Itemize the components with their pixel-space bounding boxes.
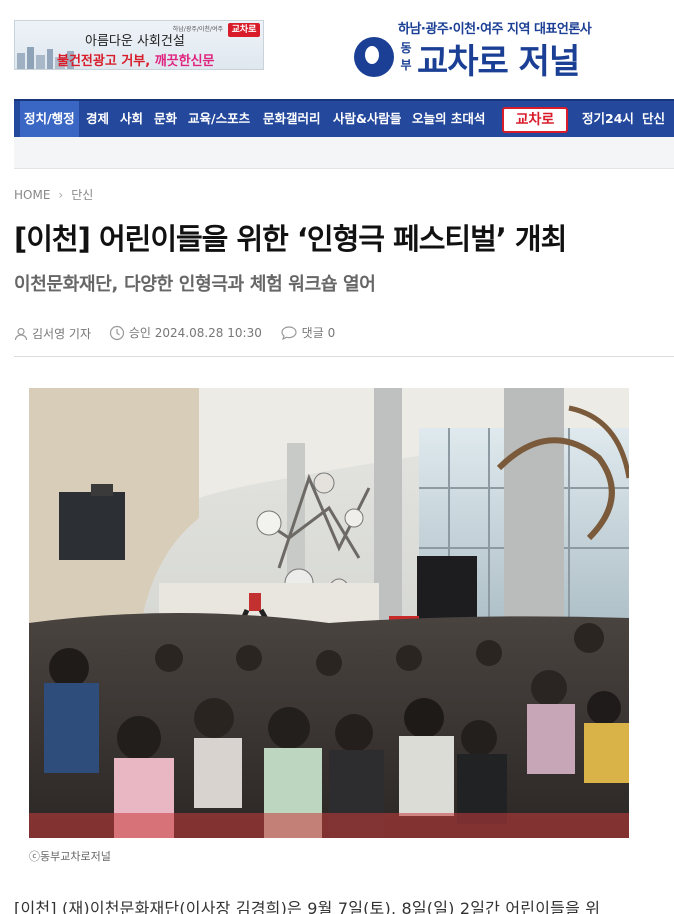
- user-icon: [14, 327, 28, 340]
- masthead-sub: 동부: [400, 41, 412, 72]
- sub-nav-bar: [14, 137, 674, 169]
- breadcrumb: HOME › 단신: [14, 186, 93, 203]
- site-logo[interactable]: 교차로 저널: [417, 34, 580, 83]
- article-subheadline: 이천문화재단, 다양한 인형극과 체험 워크숍 열어: [14, 274, 376, 295]
- article-body: [이천] (재)이천문화재단(이사장 김경희)은 9월 7일(토), 8일(일)…: [14, 899, 601, 914]
- article-meta: 김서영 기자 승인 2024.08.28 10:30 댓글 0: [14, 324, 349, 344]
- approval-time: 승인 2024.08.28 10:30: [109, 324, 262, 341]
- nav-logo[interactable]: 교차로: [502, 107, 568, 133]
- meta-divider: [14, 356, 674, 357]
- clock-icon: [109, 325, 124, 340]
- author-name: 김서영 기자: [32, 327, 92, 341]
- nav-item-society[interactable]: 사회: [120, 101, 143, 137]
- nav-item-people[interactable]: 사람&사람들: [333, 101, 401, 137]
- approval-time-text: 승인 2024.08.28 10:30: [128, 326, 262, 340]
- nav-item-briefs[interactable]: 단신: [642, 101, 665, 137]
- article-photo[interactable]: [29, 388, 629, 838]
- ad-banner[interactable]: 하남/광주/이천/여주 교차로 아름다운 사회건설 불건전광고 거부, 깨끗한신…: [14, 20, 264, 70]
- banner-tagline-part1: 불건전광고 거부,: [57, 54, 155, 69]
- breadcrumb-section[interactable]: 단신: [71, 188, 93, 202]
- main-nav: 정치/행정 경제 사회 문화 교육/스포츠 문화갤러리 사람&사람들 오늘의 초…: [14, 99, 674, 137]
- banner-slogan: 아름다운 사회건설: [85, 34, 185, 49]
- banner-tagline: 불건전광고 거부, 깨끗한신문: [57, 50, 215, 69]
- nav-item-economy[interactable]: 경제: [86, 101, 109, 137]
- article-headline: [이천] 어린이들을 위한 ‘인형극 페스티벌’ 개최: [14, 222, 567, 256]
- photo-caption: ⓒ동부교차로저널: [29, 850, 111, 863]
- nav-item-politics[interactable]: 정치/행정: [20, 101, 79, 137]
- nav-item-culture[interactable]: 문화: [154, 101, 177, 137]
- nav-item-culture-gallery[interactable]: 문화갤러리: [263, 101, 321, 137]
- comment-icon: [281, 325, 297, 340]
- comment-count: 댓글 0: [301, 326, 336, 340]
- banner-logo: 교차로: [228, 23, 260, 37]
- chevron-right-icon: ›: [58, 188, 64, 202]
- nav-item-education-sports[interactable]: 교육/스포츠: [188, 101, 250, 137]
- author-info: 김서영 기자: [14, 325, 91, 342]
- nav-item-24h[interactable]: 정기24시: [582, 101, 634, 137]
- nav-item-todays-guest[interactable]: 오늘의 초대석: [412, 101, 485, 137]
- comment-link[interactable]: 댓글 0: [280, 324, 336, 341]
- banner-tagline-part2: 깨끗한신문: [154, 54, 215, 69]
- masthead-logo-icon[interactable]: [354, 37, 394, 77]
- puppet-show-photo: [29, 388, 629, 838]
- breadcrumb-home[interactable]: HOME: [14, 188, 50, 202]
